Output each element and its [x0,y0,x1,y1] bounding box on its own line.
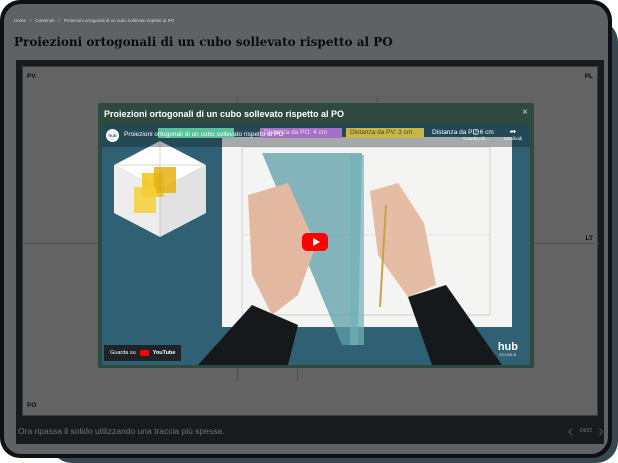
youtube-logo-icon [139,350,149,356]
label-po: PO [27,402,37,409]
video-modal: Proiezioni ortogonali di un cubo solleva… [98,103,534,368]
video-title[interactable]: Proiezioni ortogonali di un cubo solleva… [124,131,283,138]
projection-line [297,367,298,381]
breadcrumb-section[interactable]: Contenuti [35,18,54,23]
device-frame: Home / Contenuti / Proiezioni ortogonali… [0,0,612,458]
play-button[interactable] [302,233,328,251]
video-player[interactable]: hub Distanza da PO: 4 cm Distanza da PV:… [102,125,530,365]
modal-title: Proiezioni ortogonali di un cubo solleva… [104,109,345,119]
label-pv: PV [27,73,36,80]
hub-logo-text: hub [497,341,518,353]
slide-navigation: ‹ 14/22 › [567,422,604,440]
label-pl: PL [584,73,593,80]
youtube-wordmark: YouTube [152,350,176,356]
breadcrumb-separator: / [58,18,60,23]
close-icon[interactable]: × [522,107,528,118]
share-icon: ➦ [509,127,517,136]
label-lt: LT [585,235,593,242]
watch-on-label: Guarda su [110,350,136,356]
channel-avatar[interactable]: hub [106,129,119,142]
page-title: Proiezioni ortogonali di un cubo solleva… [14,35,393,49]
hub-logo-subtext: SCUOLA [499,353,517,357]
share-label: Condividi [503,136,523,141]
chevron-right-icon[interactable]: › [598,422,604,440]
breadcrumb: Home / Contenuti / Proiezioni ortogonali… [14,18,174,23]
projection-line [237,367,238,381]
breadcrumb-separator: / [30,18,32,23]
hub-scuola-logo: hub SCUOLA [497,341,518,358]
annotation-tag-pv: Distanza da PV: 3 cm [346,128,424,138]
watch-later-button[interactable]: ◷ Guarda più... [462,127,490,141]
share-button[interactable]: ➦ Condividi [498,127,528,141]
page: Home / Contenuti / Proiezioni ortogonali… [4,4,608,454]
slide-caption: Ora ripassa il solido utilizzando una tr… [18,426,225,436]
watch-on-youtube-button[interactable]: Guarda su YouTube [104,345,182,361]
watch-later-label: Guarda più... [462,136,489,141]
slide-counter: 14/22 [579,428,592,434]
breadcrumb-current: Proiezioni ortogonali di un cubo solleva… [63,18,175,23]
breadcrumb-home[interactable]: Home [14,18,26,23]
chevron-left-icon[interactable]: ‹ [567,422,573,440]
clock-icon: ◷ [472,127,480,136]
